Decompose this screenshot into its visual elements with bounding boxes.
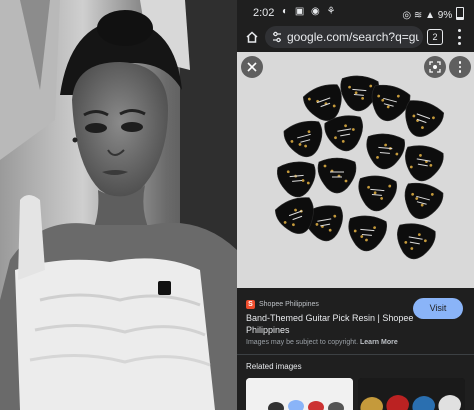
related-image-thumbnail[interactable]	[358, 378, 465, 410]
copyright-notice: Images may be subject to copyright. Lear…	[246, 339, 398, 346]
source-row[interactable]: S Shopee Philippines	[246, 298, 319, 310]
close-button[interactable]	[241, 56, 263, 78]
menu-dot	[457, 35, 461, 39]
left-photo	[0, 0, 237, 410]
home-icon	[246, 31, 258, 43]
browser-toolbar: google.com/search?q=guitar 2	[237, 26, 474, 48]
battery-percent: 9%	[437, 10, 453, 21]
source-name[interactable]: Shopee Philippines	[259, 301, 319, 308]
guitar-picks-image	[237, 52, 474, 288]
notification-icons: ◐ ▣ ◉ ⚘	[282, 6, 338, 17]
related-image-picks-dark	[358, 378, 465, 410]
home-button[interactable]	[243, 28, 261, 46]
related-image-picks-light	[246, 378, 353, 410]
lens-icon	[429, 61, 441, 73]
more-vert-icon	[458, 65, 462, 69]
result-image[interactable]	[237, 52, 474, 288]
divider	[237, 354, 474, 355]
related-image-thumbnail[interactable]	[246, 378, 353, 410]
result-info-panel: S Shopee Philippines Visit Band-Themed G…	[237, 288, 474, 410]
status-right-icons: ◎ ≋ ▲ 9%	[402, 7, 464, 21]
related-images-heading: Related images	[246, 362, 302, 371]
lens-button[interactable]	[424, 56, 446, 78]
close-icon	[247, 62, 257, 72]
address-bar[interactable]: google.com/search?q=guitar	[265, 26, 423, 48]
portrait-photo-image	[0, 0, 237, 410]
menu-dot	[457, 42, 461, 45]
result-title[interactable]: Band-Themed Guitar Pick Resin | Shopee P…	[246, 312, 416, 336]
shopee-logo-icon: S	[246, 299, 255, 309]
copyright-text: Images may be subject to copyright.	[246, 339, 359, 346]
visit-button[interactable]: Visit	[413, 298, 463, 319]
more-vert-icon	[458, 70, 462, 73]
status-bar: 2:02 ◐ ▣ ◉ ⚘ ◎ ≋ ▲ 9%	[237, 0, 474, 26]
status-time: 2:02	[253, 7, 275, 19]
more-options-button[interactable]	[449, 56, 471, 78]
url-text[interactable]: google.com/search?q=guitar	[287, 30, 419, 44]
battery-icon	[456, 7, 464, 20]
learn-more-link[interactable]: Learn More	[360, 339, 398, 346]
browser-menu-button[interactable]	[455, 29, 463, 45]
menu-dot	[457, 29, 461, 32]
signal-icons: ◎ ≋ ▲	[402, 10, 435, 21]
tab-switcher-button[interactable]: 2	[427, 29, 443, 45]
phone-screen: 2:02 ◐ ▣ ◉ ⚘ ◎ ≋ ▲ 9% google.com/search?…	[237, 0, 474, 410]
site-settings-icon[interactable]	[272, 31, 282, 43]
more-vert-icon	[458, 61, 462, 64]
